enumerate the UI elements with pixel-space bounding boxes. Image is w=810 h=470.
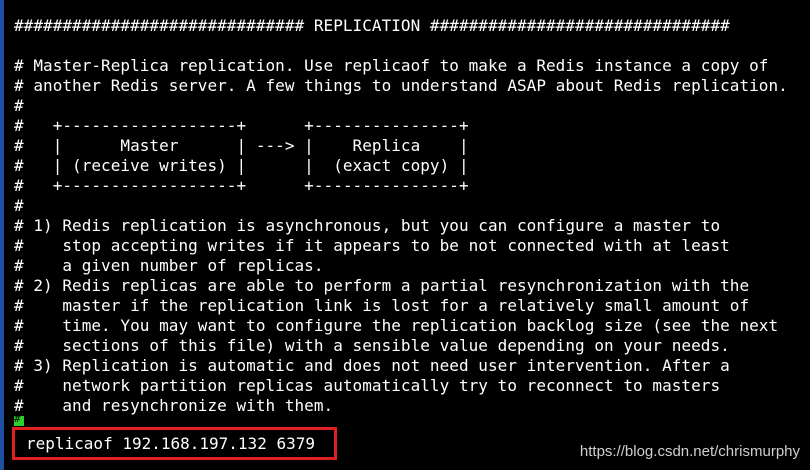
- terminal-line: # | Master | ---> | Replica |: [14, 136, 469, 155]
- terminal-line: # | (receive writes) | | (exact copy) |: [14, 156, 469, 175]
- terminal-line: # stop accepting writes if it appears to…: [14, 236, 730, 255]
- scrollbar-strip: [0, 0, 4, 470]
- terminal-line: # Master-Replica replication. Use replic…: [14, 56, 769, 75]
- terminal-line: # 1) Redis replication is asynchronous, …: [14, 216, 721, 235]
- terminal-window[interactable]: ############################## REPLICATI…: [0, 0, 810, 470]
- watermark-text: https://blog.csdn.net/chrismurphy: [579, 443, 800, 460]
- terminal-line: ############################## REPLICATI…: [14, 16, 730, 35]
- replicaof-command[interactable]: replicaof 192.168.197.132 6379: [26, 434, 315, 454]
- terminal-line: # +------------------+ +---------------+: [14, 116, 469, 135]
- terminal-line: # 3) Replication is automatic and does n…: [14, 356, 730, 375]
- terminal-line: # another Redis server. A few things to …: [14, 76, 788, 95]
- terminal-line: # 2) Redis replicas are able to perform …: [14, 276, 750, 295]
- prompt-marker: #: [14, 412, 21, 425]
- terminal-line: # a given number of replicas.: [14, 256, 324, 275]
- terminal-line: # time. You may want to configure the re…: [14, 316, 779, 335]
- terminal-line: #: [14, 96, 24, 115]
- terminal-line: # master if the replication link is lost…: [14, 296, 750, 315]
- terminal-line: #: [14, 196, 24, 215]
- terminal-line: # and resynchronize with them.: [14, 396, 334, 415]
- terminal-line: # sections of this file) with a sensible…: [14, 336, 730, 355]
- terminal-line: # network partition replicas automatical…: [14, 376, 721, 395]
- terminal-line: # +------------------+ +---------------+: [14, 176, 469, 195]
